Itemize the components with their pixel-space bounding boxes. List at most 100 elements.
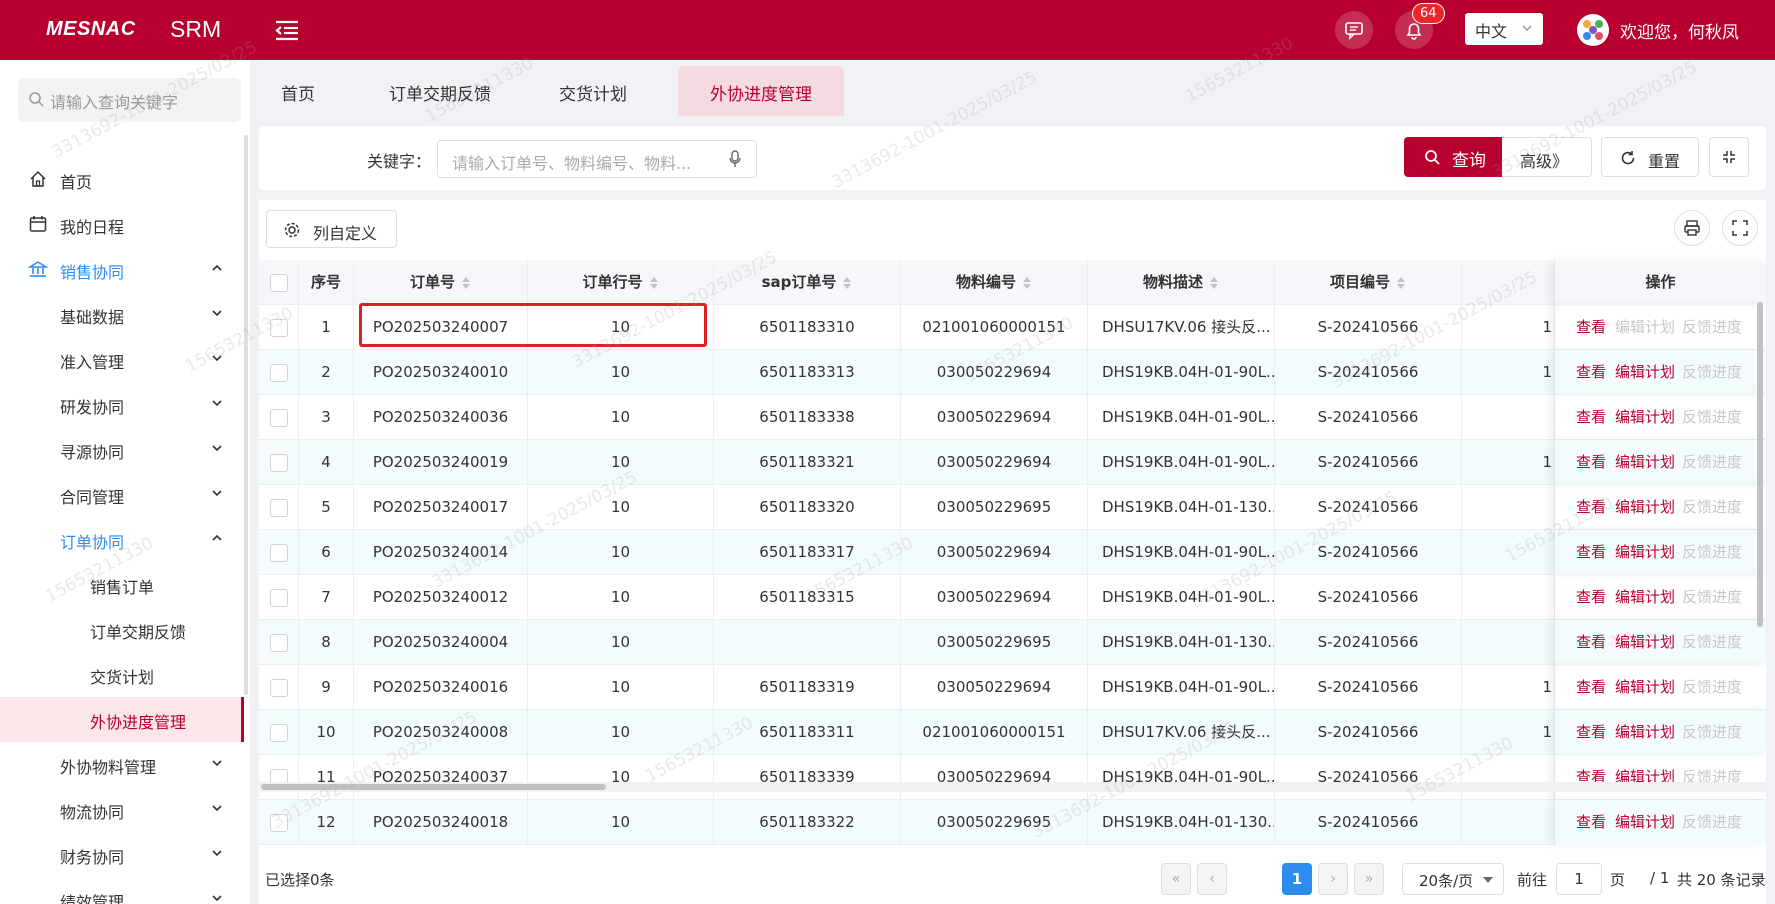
table-row[interactable]: 6 PO202503240014 10 6501183317 030050229694 D… (259, 530, 1766, 575)
sidebar-item-schedule[interactable]: 我的日程 (0, 202, 244, 247)
collapse-filter-button[interactable] (1709, 137, 1749, 177)
table-row[interactable]: 4 PO202503240019 10 6501183321 030050229694 D… (259, 440, 1766, 485)
sort-icon[interactable] (649, 276, 659, 290)
sort-icon[interactable] (1022, 276, 1032, 290)
edit-plan-link[interactable]: 编辑计划 (1615, 755, 1675, 800)
view-link[interactable]: 查看 (1576, 665, 1606, 710)
language-select[interactable]: 中文 (1465, 13, 1543, 45)
page-size-select[interactable]: 20条/页 (1402, 863, 1504, 895)
sidebar-item-rd-collab[interactable]: 研发协同 (0, 382, 244, 427)
prev-page-button[interactable]: ‹ (1197, 863, 1227, 895)
message-icon[interactable] (1335, 11, 1373, 49)
select-all-checkbox[interactable] (269, 273, 288, 292)
sort-icon[interactable] (1209, 276, 1219, 290)
row-checkbox[interactable] (269, 543, 288, 562)
sidebar-item-outsourcing-material[interactable]: 外协物料管理 (0, 742, 244, 787)
sidebar-item-finance[interactable]: 财务协同 (0, 832, 244, 877)
sidebar-item-sales-order[interactable]: 销售订单 (0, 562, 244, 607)
sidebar-item-basic-data[interactable]: 基础数据 (0, 292, 244, 337)
view-link[interactable]: 查看 (1576, 440, 1606, 485)
row-select-cell[interactable] (259, 620, 299, 665)
row-select-cell[interactable] (259, 755, 299, 800)
header-project-no[interactable]: 项目编号 (1275, 260, 1462, 305)
view-link[interactable]: 查看 (1576, 530, 1606, 575)
sort-icon[interactable] (461, 276, 471, 290)
sort-icon[interactable] (1396, 276, 1406, 290)
current-page[interactable]: 1 (1282, 863, 1312, 895)
row-checkbox[interactable] (269, 813, 288, 832)
row-select-cell[interactable] (259, 440, 299, 485)
edit-plan-link[interactable]: 编辑计划 (1615, 395, 1675, 440)
row-select-cell[interactable] (259, 350, 299, 395)
row-select-cell[interactable] (259, 395, 299, 440)
fullscreen-button[interactable] (1722, 210, 1758, 246)
table-vertical-scrollbar[interactable] (1757, 302, 1763, 627)
view-link[interactable]: 查看 (1576, 305, 1606, 350)
row-checkbox[interactable] (269, 723, 288, 742)
table-row[interactable]: 10 PO202503240008 10 6501183311 021001060000… (259, 710, 1766, 755)
row-select-cell[interactable] (259, 665, 299, 710)
sidebar-item-delivery-feedback[interactable]: 订单交期反馈 (0, 607, 244, 652)
last-page-button[interactable]: » (1354, 863, 1384, 895)
row-checkbox[interactable] (269, 453, 288, 472)
microphone-icon[interactable] (728, 150, 742, 168)
sidebar-search-input[interactable]: 请输入查询关键字 (18, 78, 241, 122)
table-row[interactable]: 8 PO202503240004 10 030050229695 DHS19KB.04H… (259, 620, 1766, 665)
column-config-button[interactable]: 列自定义 (266, 210, 397, 248)
tab-home[interactable]: 首页 (250, 66, 346, 116)
scrollbar-thumb[interactable] (261, 784, 606, 790)
sidebar-item-home[interactable]: 首页 (0, 157, 244, 202)
view-link[interactable]: 查看 (1576, 350, 1606, 395)
table-row[interactable]: 12 PO202503240018 10 6501183322 030050229695… (259, 800, 1766, 845)
edit-plan-link[interactable]: 编辑计划 (1615, 350, 1675, 395)
row-checkbox[interactable] (269, 678, 288, 697)
table-row[interactable]: 9 PO202503240016 10 6501183319 030050229694 D… (259, 665, 1766, 710)
sidebar-item-sourcing[interactable]: 寻源协同 (0, 427, 244, 472)
edit-plan-link[interactable]: 编辑计划 (1615, 800, 1675, 845)
edit-plan-link[interactable]: 编辑计划 (1615, 665, 1675, 710)
edit-plan-link[interactable]: 编辑计划 (1615, 575, 1675, 620)
sidebar-item-performance[interactable]: 绩效管理 (0, 877, 244, 904)
first-page-button[interactable]: « (1161, 863, 1191, 895)
edit-plan-link[interactable]: 编辑计划 (1615, 620, 1675, 665)
view-link[interactable]: 查看 (1576, 755, 1606, 800)
table-row[interactable]: 3 PO202503240036 10 6501183338 030050229694 D… (259, 395, 1766, 440)
edit-plan-link[interactable]: 编辑计划 (1615, 530, 1675, 575)
query-button[interactable]: 查询 (1404, 137, 1502, 177)
header-line-no[interactable]: 订单行号 (528, 260, 714, 305)
welcome-user[interactable]: 欢迎您，何秋凤 (1620, 18, 1739, 43)
header-sap-order[interactable]: sap订单号 (714, 260, 901, 305)
row-checkbox[interactable] (269, 633, 288, 652)
edit-plan-link[interactable]: 编辑计划 (1615, 485, 1675, 530)
view-link[interactable]: 查看 (1576, 575, 1606, 620)
keyword-input[interactable]: 请输入订单号、物料编号、物料... (437, 140, 757, 178)
tab-outsourcing-progress[interactable]: 外协进度管理 (678, 66, 844, 116)
sidebar-item-logistics[interactable]: 物流协同 (0, 787, 244, 832)
table-row[interactable]: 11 PO202503240037 10 6501183339 030050229694… (259, 755, 1766, 800)
row-select-cell[interactable] (259, 485, 299, 530)
view-link[interactable]: 查看 (1576, 620, 1606, 665)
row-select-cell[interactable] (259, 575, 299, 620)
row-select-cell[interactable] (259, 305, 299, 350)
view-link[interactable]: 查看 (1576, 800, 1606, 845)
view-link[interactable]: 查看 (1576, 710, 1606, 755)
tab-delivery-plan[interactable]: 交货计划 (534, 66, 652, 116)
avatar[interactable] (1577, 14, 1609, 46)
goto-page-input[interactable]: 1 (1556, 863, 1602, 895)
view-link[interactable]: 查看 (1576, 395, 1606, 440)
row-select-cell[interactable] (259, 530, 299, 575)
edit-plan-link[interactable]: 编辑计划 (1615, 710, 1675, 755)
table-horizontal-scrollbar[interactable] (259, 782, 1766, 792)
sidebar-item-order-collab[interactable]: 订单协同 (0, 517, 244, 562)
sidebar-item-admission[interactable]: 准入管理 (0, 337, 244, 382)
menu-toggle-icon[interactable] (272, 15, 302, 45)
header-select-all[interactable] (259, 260, 299, 305)
view-link[interactable]: 查看 (1576, 485, 1606, 530)
sidebar-item-delivery-plan[interactable]: 交货计划 (0, 652, 244, 697)
reset-button[interactable]: 重置 (1601, 137, 1699, 177)
sidebar-item-contract[interactable]: 合同管理 (0, 472, 244, 517)
row-checkbox[interactable] (269, 363, 288, 382)
sidebar-item-sales-collab[interactable]: 销售协同 (0, 247, 244, 292)
row-checkbox[interactable] (269, 318, 288, 337)
row-select-cell[interactable] (259, 710, 299, 755)
